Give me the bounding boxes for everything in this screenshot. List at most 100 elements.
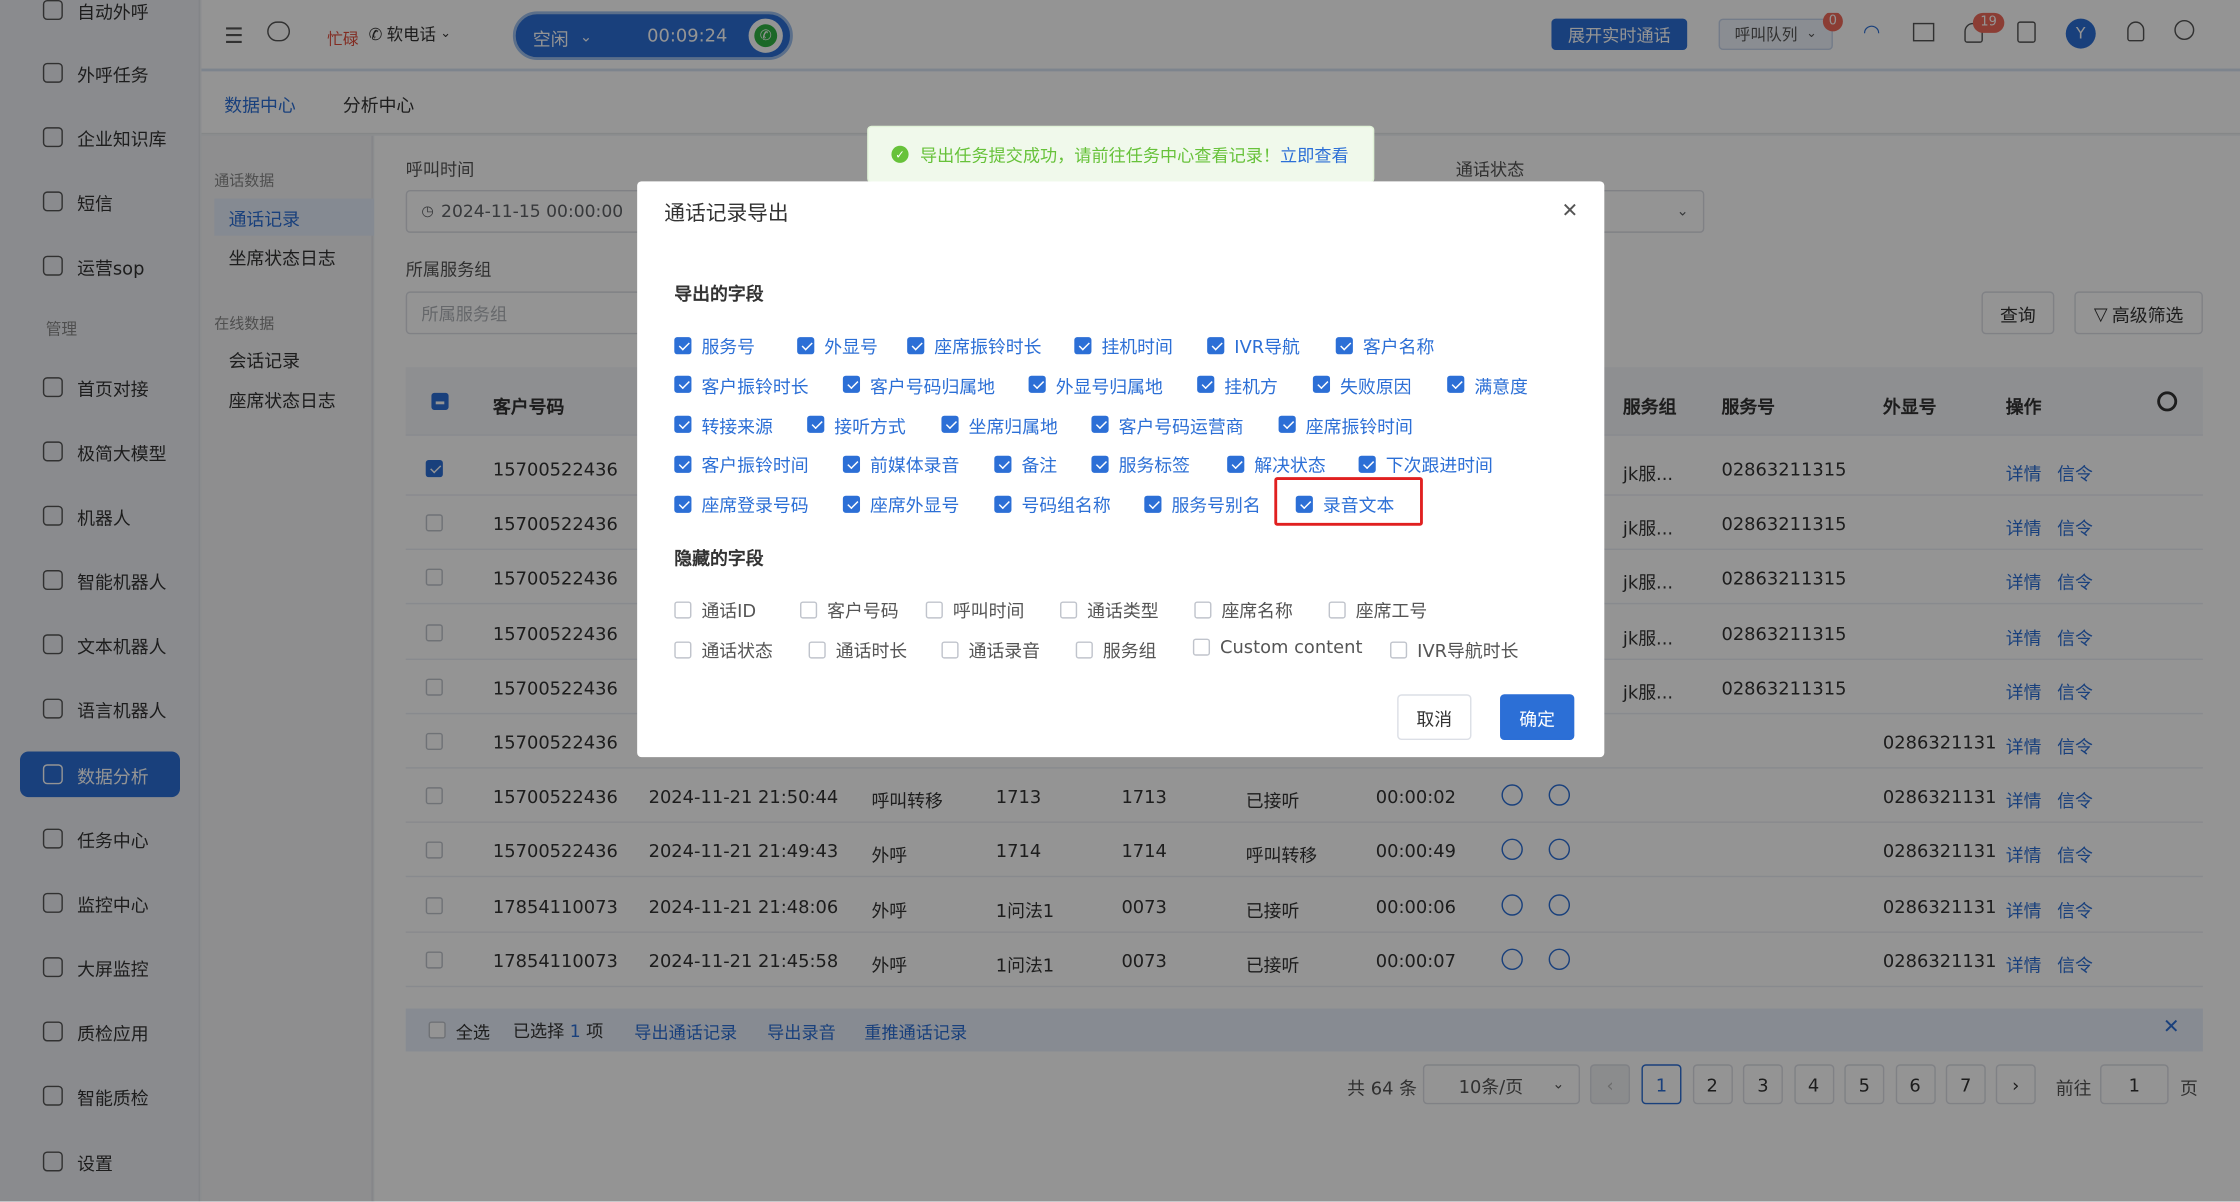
- hidden-field-option[interactable]: 通话时长: [808, 636, 907, 663]
- export-field-option[interactable]: IVR导航: [1207, 331, 1300, 358]
- export-field-option[interactable]: 客户振铃时间: [674, 451, 809, 478]
- export-field-option[interactable]: 失败原因: [1312, 371, 1412, 398]
- field-checkbox[interactable]: [1207, 336, 1225, 354]
- field-checkbox[interactable]: [674, 415, 692, 433]
- field-checkbox[interactable]: [1335, 336, 1353, 354]
- hidden-field-option[interactable]: 呼叫时间: [925, 596, 1024, 623]
- field-checkbox[interactable]: [807, 415, 825, 433]
- field-checkbox[interactable]: [800, 600, 818, 618]
- export-field-option[interactable]: 挂机时间: [1074, 331, 1173, 358]
- field-label: 通话类型: [1087, 600, 1159, 622]
- field-checkbox[interactable]: [941, 640, 959, 658]
- field-label: 坐席归属地: [968, 415, 1058, 437]
- field-label: 备注: [1021, 454, 1058, 477]
- export-field-option[interactable]: 挂机方: [1197, 371, 1278, 398]
- field-checkbox[interactable]: [1390, 640, 1408, 658]
- hidden-field-option[interactable]: IVR导航时长: [1390, 636, 1519, 663]
- field-checkbox[interactable]: [1197, 376, 1215, 394]
- export-field-option[interactable]: 号码组名称: [994, 490, 1111, 517]
- export-field-option[interactable]: 客户号码归属地: [842, 371, 995, 398]
- export-field-option[interactable]: 外显号: [797, 331, 878, 358]
- field-checkbox[interactable]: [808, 640, 826, 658]
- hidden-field-option[interactable]: 通话类型: [1060, 596, 1159, 623]
- field-checkbox[interactable]: [994, 455, 1012, 473]
- field-label: 前媒体录音: [870, 454, 960, 477]
- export-field-option[interactable]: 服务标签: [1091, 451, 1190, 478]
- field-label: 接听方式: [834, 415, 906, 437]
- export-field-option[interactable]: 客户振铃时长: [674, 371, 809, 398]
- field-checkbox[interactable]: [674, 640, 692, 658]
- field-label: 服务号: [701, 335, 756, 358]
- hidden-field-option[interactable]: 座席名称: [1194, 596, 1293, 623]
- export-dialog: 通话记录导出 ✕ 导出的字段 隐藏的字段 服务号 外显号 座席振铃时长 挂机时间 IVR…: [637, 181, 1605, 758]
- hidden-field-option[interactable]: 通话录音: [941, 636, 1040, 663]
- field-label: 外显号: [824, 335, 878, 358]
- field-checkbox[interactable]: [674, 495, 692, 513]
- field-checkbox[interactable]: [1447, 376, 1465, 394]
- field-checkbox[interactable]: [994, 495, 1012, 513]
- field-checkbox[interactable]: [674, 455, 692, 473]
- field-checkbox[interactable]: [797, 336, 815, 354]
- success-toast: ✓ 导出任务提交成功，请前往任务中心查看记录！ 立即查看: [867, 125, 1375, 183]
- field-checkbox[interactable]: [1227, 455, 1245, 473]
- hidden-field-option[interactable]: 通话状态: [674, 636, 773, 663]
- field-checkbox[interactable]: [907, 336, 925, 354]
- export-field-option[interactable]: 座席振铃时间: [1278, 411, 1413, 438]
- export-field-option[interactable]: 坐席归属地: [941, 411, 1058, 438]
- field-checkbox[interactable]: [1060, 600, 1078, 618]
- field-label: IVR导航时长: [1417, 640, 1519, 662]
- field-checkbox[interactable]: [674, 376, 692, 394]
- export-field-option[interactable]: 客户名称: [1335, 331, 1435, 358]
- export-field-option[interactable]: 服务号别名: [1144, 490, 1261, 517]
- field-label: 失败原因: [1340, 375, 1412, 397]
- export-field-option[interactable]: 服务号: [674, 331, 755, 358]
- field-checkbox[interactable]: [941, 415, 959, 433]
- field-checkbox[interactable]: [1075, 640, 1093, 658]
- export-field-option[interactable]: 座席外显号: [842, 490, 959, 517]
- field-checkbox[interactable]: [1328, 600, 1346, 618]
- export-field-option[interactable]: 座席振铃时长: [907, 331, 1041, 358]
- export-field-option[interactable]: 解决状态: [1227, 451, 1326, 478]
- export-field-option[interactable]: 客户号码运营商: [1091, 411, 1244, 438]
- export-field-option[interactable]: 满意度: [1447, 371, 1528, 398]
- hidden-fields-heading: 隐藏的字段: [674, 547, 764, 569]
- field-checkbox[interactable]: [1358, 455, 1376, 473]
- field-label: 服务号别名: [1171, 494, 1261, 516]
- confirm-button[interactable]: 确定: [1500, 694, 1575, 741]
- field-checkbox[interactable]: [674, 600, 692, 618]
- field-checkbox[interactable]: [842, 376, 861, 394]
- hidden-field-option[interactable]: 通话ID: [674, 596, 756, 623]
- close-icon[interactable]: ✕: [1561, 200, 1578, 223]
- field-checkbox[interactable]: [1028, 376, 1046, 394]
- export-field-option[interactable]: 座席登录号码: [674, 490, 809, 517]
- view-now-link[interactable]: 立即查看: [1280, 142, 1349, 166]
- hidden-field-option[interactable]: 客户号码: [800, 596, 899, 623]
- cancel-button[interactable]: 取消: [1397, 694, 1472, 741]
- field-checkbox[interactable]: [842, 455, 861, 473]
- export-field-option[interactable]: 下次跟进时间: [1358, 451, 1493, 478]
- field-label: 下次跟进时间: [1385, 454, 1493, 477]
- field-checkbox[interactable]: [1144, 495, 1162, 513]
- hidden-field-option[interactable]: Custom content: [1192, 636, 1363, 657]
- field-checkbox[interactable]: [674, 336, 692, 354]
- export-field-option[interactable]: 备注: [994, 451, 1057, 478]
- field-checkbox[interactable]: [1074, 336, 1092, 354]
- field-label: 转接来源: [701, 415, 773, 437]
- field-checkbox[interactable]: [1091, 455, 1109, 473]
- export-field-option[interactable]: 转接来源: [674, 411, 773, 438]
- export-field-option[interactable]: 前媒体录音: [842, 451, 960, 478]
- field-checkbox[interactable]: [842, 495, 861, 513]
- field-checkbox[interactable]: [1278, 415, 1296, 433]
- field-label: 外显号归属地: [1055, 375, 1163, 397]
- field-label: 客户名称: [1362, 335, 1435, 358]
- field-checkbox[interactable]: [1312, 376, 1331, 394]
- export-field-option[interactable]: 接听方式: [807, 411, 906, 438]
- field-checkbox[interactable]: [1194, 600, 1212, 618]
- field-label: 挂机时间: [1101, 335, 1173, 358]
- field-checkbox[interactable]: [1091, 415, 1109, 433]
- field-checkbox[interactable]: [925, 600, 943, 618]
- field-checkbox[interactable]: [1192, 637, 1211, 656]
- hidden-field-option[interactable]: 服务组: [1075, 636, 1156, 663]
- hidden-field-option[interactable]: 座席工号: [1328, 596, 1427, 623]
- export-field-option[interactable]: 外显号归属地: [1028, 371, 1163, 398]
